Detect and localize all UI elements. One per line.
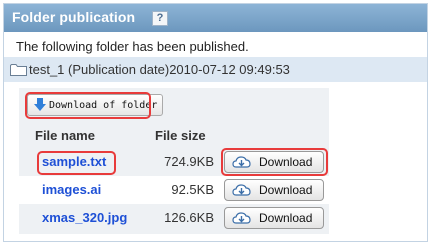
file-size: 92.5KB <box>171 182 214 197</box>
file-link[interactable]: images.ai <box>42 182 101 197</box>
file-row: xmas_320.jpg 126.6KB Download <box>19 204 329 232</box>
download-button[interactable]: Download <box>224 179 324 201</box>
file-size: 724.9KB <box>164 154 214 169</box>
download-label: Download <box>259 155 313 169</box>
file-row: images.ai 92.5KB Download <box>19 176 329 204</box>
folder-bar: test_1 (Publication date)2010-07-12 09:4… <box>4 57 427 82</box>
download-label: Download <box>259 211 313 225</box>
folder-name: test_1 (Publication date)2010-07-12 09:4… <box>29 62 290 77</box>
file-row: sample.txt 724.9KB Download <box>19 148 329 176</box>
column-header-size: File size <box>155 128 206 143</box>
folder-publication-panel: Folder publication ? The following folde… <box>3 3 428 242</box>
folder-icon <box>10 64 27 76</box>
download-button[interactable]: Download <box>224 151 324 173</box>
download-box: Download of folder File name File size s… <box>19 88 329 234</box>
download-arrow-icon <box>34 98 46 111</box>
column-header-name: File name <box>35 128 95 143</box>
file-link[interactable]: xmas_320.jpg <box>42 210 127 225</box>
download-icon <box>232 184 251 196</box>
download-button[interactable]: Download <box>224 207 324 229</box>
help-icon[interactable]: ? <box>152 11 168 26</box>
file-size: 126.6KB <box>164 210 214 225</box>
download-folder-label: Download of folder <box>49 99 158 111</box>
download-label: Download <box>259 183 313 197</box>
download-icon <box>232 212 251 224</box>
file-link[interactable]: sample.txt <box>42 154 106 169</box>
download-folder-button[interactable]: Download of folder <box>27 94 164 116</box>
published-message: The following folder has been published. <box>16 39 249 54</box>
panel-title: Folder publication <box>12 9 136 25</box>
download-icon <box>232 156 251 168</box>
panel-header: Folder publication ? <box>4 4 427 32</box>
